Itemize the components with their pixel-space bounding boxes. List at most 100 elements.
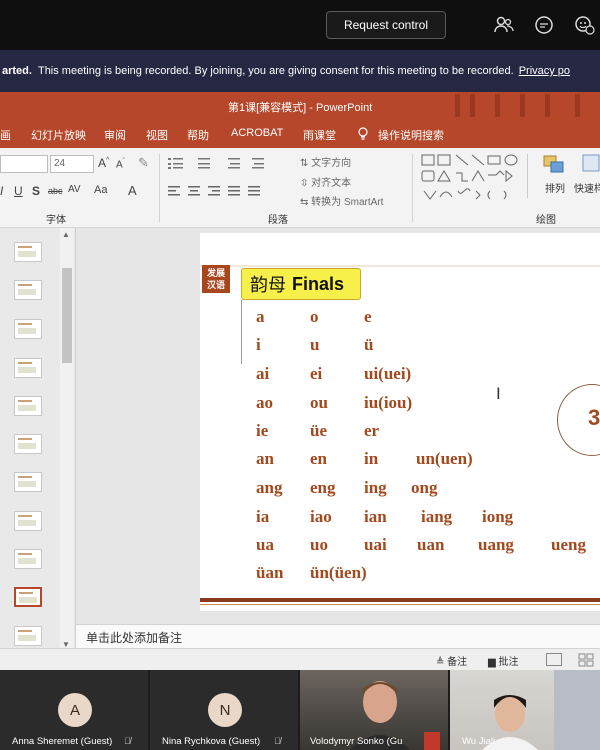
slide-thumbnail[interactable] <box>14 626 42 646</box>
final-syllable: an <box>256 449 274 468</box>
thumbnail-content <box>18 284 32 286</box>
slide-thumbnail[interactable] <box>14 280 42 300</box>
slide-thumbnail[interactable] <box>14 587 42 607</box>
notes-placeholder: 单击此处添加备注 <box>86 631 183 645</box>
participant-name: Wu Jiali <box>462 736 496 747</box>
paragraph-group-label: 段落 <box>268 215 288 226</box>
slide-thumbnail[interactable] <box>14 358 42 378</box>
tab-acrobat[interactable]: ACROBAT <box>231 127 283 139</box>
participant-video-tile[interactable]: Volodymyr Sonko (Gu <box>300 670 448 750</box>
thumbnail-content <box>18 476 32 478</box>
participant-tile[interactable]: N Nina Rychkova (Guest) 🎙̸ <box>150 670 298 750</box>
comments-toggle-button[interactable]: ▆ 批注 <box>488 653 518 668</box>
participant-name: Anna Sheremet (Guest) <box>12 736 113 747</box>
privacy-policy-link[interactable]: Privacy po <box>519 65 570 77</box>
notes-toggle-button[interactable]: ≜ 备注 <box>436 653 467 668</box>
change-case-icon[interactable]: Aa <box>94 184 107 196</box>
final-syllable: uan <box>417 535 445 554</box>
logo-line-1: 发展 <box>206 268 225 278</box>
thumbnail-content <box>18 438 32 440</box>
avatar: A <box>58 693 92 727</box>
final-syllable: uo <box>310 535 328 554</box>
font-name-box[interactable] <box>0 155 48 173</box>
tab-slideshow[interactable]: 幻灯片放映 <box>31 127 86 143</box>
tell-me-search[interactable]: 操作说明搜索 <box>378 127 444 143</box>
final-syllable: üan <box>256 563 284 582</box>
notes-pane[interactable]: 单击此处添加备注 <box>76 624 600 648</box>
slide-title-english: Finals <box>292 273 345 294</box>
clear-format-icon[interactable]: ✎ <box>138 155 149 171</box>
alignment-icons[interactable] <box>168 185 288 197</box>
banner-started-text: arted. <box>2 65 32 77</box>
normal-view-icon[interactable] <box>546 653 562 666</box>
final-syllable: iao <box>310 507 332 526</box>
participant-video-tile[interactable]: Wu Jiali <box>450 670 600 750</box>
slide-header-line <box>200 265 600 267</box>
list-icons[interactable] <box>168 156 288 170</box>
tab-view[interactable]: 视图 <box>146 127 168 143</box>
font-size-box[interactable]: 24 <box>50 155 94 173</box>
final-syllable: iu(iou) <box>364 393 413 412</box>
strikethrough-icon[interactable]: abc <box>48 186 63 196</box>
slide-thumbnail[interactable] <box>14 396 42 416</box>
slide-sorter-icon[interactable] <box>578 653 594 667</box>
slide-thumbnail-panel: ▲ ▼ <box>0 228 76 652</box>
shrink-font-icon[interactable]: Aˇ <box>116 158 125 170</box>
font-color-icon[interactable]: A <box>128 183 137 198</box>
gallery-scroll[interactable] <box>527 154 535 198</box>
request-control-button[interactable]: Request control <box>326 11 446 39</box>
font-size-value: 24 <box>54 158 66 169</box>
tab-help[interactable]: 帮助 <box>187 127 209 143</box>
grow-font-icon[interactable]: A^ <box>98 156 109 170</box>
shapes-gallery[interactable] <box>420 153 530 201</box>
tab-draw[interactable]: 画 <box>0 127 11 143</box>
final-syllable: er <box>364 421 380 440</box>
tab-review[interactable]: 审阅 <box>104 127 126 143</box>
scroll-up-icon[interactable]: ▲ <box>62 230 70 239</box>
text-cursor-icon: I <box>496 384 501 403</box>
align-text-button[interactable]: ⇳ 对齐文本 <box>300 174 351 189</box>
slide-title-box[interactable]: 韵母 Finals <box>241 268 361 300</box>
thumbnail-content <box>19 597 37 603</box>
final-syllable: ou <box>310 393 328 412</box>
ribbon-tabs: 画 幻灯片放映 审阅 视图 帮助 ACROBAT 雨课堂 操作说明搜索 <box>0 119 600 148</box>
quick-styles-icon[interactable] <box>580 152 600 176</box>
text-direction-button[interactable]: ⇅ 文字方向 <box>300 154 351 169</box>
chat-icon[interactable] <box>533 14 555 36</box>
final-syllable: u <box>310 335 320 354</box>
slide-thumbnail[interactable] <box>14 472 42 492</box>
thumbnail-content <box>18 323 32 325</box>
title-decoration <box>455 94 460 117</box>
final-syllable: ei <box>310 364 323 383</box>
participant-tile[interactable]: A Anna Sheremet (Guest) 🎙̸ <box>0 670 148 750</box>
participants-strip: A Anna Sheremet (Guest) 🎙̸ N Nina Rychko… <box>0 670 600 750</box>
tab-rain-classroom[interactable]: 雨课堂 <box>303 127 336 143</box>
italic-icon[interactable]: I <box>0 184 3 198</box>
char-spacing-icon[interactable]: AV <box>68 184 81 195</box>
shadow-icon[interactable]: S <box>32 184 40 198</box>
people-icon[interactable] <box>493 14 515 36</box>
arrange-label[interactable]: 排列 <box>545 180 565 195</box>
arrange-icon[interactable] <box>542 154 566 176</box>
slide-thumbnail[interactable] <box>14 549 42 569</box>
thumbnail-content <box>18 630 32 632</box>
thumbnail-scroll-thumb[interactable] <box>62 268 72 363</box>
quick-styles-label[interactable]: 快速样 <box>574 180 600 195</box>
reactions-icon[interactable] <box>574 14 596 36</box>
slide-thumbnail[interactable] <box>14 319 42 339</box>
convert-smartart-button[interactable]: ⇆ 转换为 SmartArt <box>300 193 383 208</box>
final-syllable: e <box>364 307 372 326</box>
final-syllable: ong <box>411 478 438 497</box>
logo-line-2: 汉语 <box>206 280 225 290</box>
underline-icon[interactable]: U <box>14 184 23 198</box>
slide-thumbnail[interactable] <box>14 434 42 454</box>
thumbnail-content <box>18 246 32 248</box>
thumbnail-content <box>18 362 32 364</box>
slide-thumbnail[interactable] <box>14 511 42 531</box>
thumbnail-content <box>18 405 36 411</box>
slide-thumbnail[interactable] <box>14 242 42 262</box>
thumbnail-content <box>18 520 36 526</box>
final-syllable: ie <box>256 421 269 440</box>
window-title: 第1课[兼容模式] - PowerPoint <box>228 102 373 114</box>
thumbnail-content <box>18 400 32 402</box>
